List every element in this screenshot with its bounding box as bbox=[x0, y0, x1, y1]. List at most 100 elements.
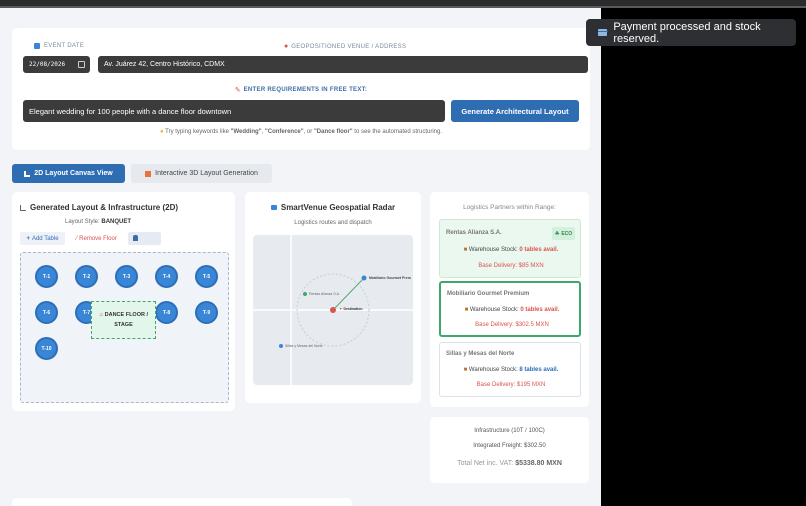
layout-title-text: Generated Layout & Infrastructure (2D) bbox=[30, 203, 179, 212]
table-label: T-6 bbox=[42, 309, 51, 316]
toast-message: Payment processed and stock reserved. bbox=[613, 20, 761, 45]
table-node[interactable]: T-6 bbox=[35, 301, 58, 324]
hint-sep-2: , or bbox=[303, 129, 314, 135]
disabled-action-button[interactable] bbox=[128, 232, 161, 245]
table-label: T-9 bbox=[202, 309, 211, 316]
table-node[interactable]: T-1 bbox=[35, 265, 58, 288]
net-total-label: Total Net inc. VAT: bbox=[457, 460, 516, 467]
layout-title: Generated Layout & Infrastructure (2D) bbox=[20, 203, 178, 212]
table-node[interactable]: T-2 bbox=[75, 265, 98, 288]
hint-keyword-3: "Dance floor" bbox=[313, 129, 353, 135]
venue-address-value: Av. Juárez 42, Centro Histórico, CDMX bbox=[104, 61, 225, 68]
dance-floor-text-1: DANCE FLOOR / bbox=[104, 311, 149, 318]
venue-label: ● GEOPOSITIONED VENUE / ADDRESS bbox=[284, 43, 406, 50]
partner-delivery: Base Delivery: $85 MXN bbox=[478, 263, 544, 269]
partner-3-marker bbox=[279, 344, 283, 348]
calendar-picker-icon[interactable] bbox=[78, 61, 85, 68]
add-table-button[interactable]: + Add Table bbox=[20, 232, 65, 245]
box-icon: ■ bbox=[464, 307, 469, 313]
radar-card: SmartVenue Geospatial Radar Logistics ro… bbox=[245, 192, 421, 403]
requirements-input[interactable]: Elegant wedding for 100 people with a da… bbox=[23, 100, 445, 122]
requirements-label: ✎ ENTER REQUIREMENTS IN FREE TEXT: bbox=[12, 86, 590, 94]
partner-card-1[interactable]: Rentas Alianza S.A. ☘ ECO ■ Warehouse Sto… bbox=[439, 219, 581, 278]
event-date-label-text: EVENT DATE bbox=[44, 43, 85, 49]
partner-delivery: Base Delivery: $302.5 MXN bbox=[475, 322, 549, 328]
partner-name: Sillas y Mesas del Norte bbox=[446, 351, 515, 357]
table-label: T-4 bbox=[162, 273, 171, 280]
stock-label: Warehouse Stock: bbox=[468, 367, 520, 373]
requirements-value: Elegant wedding for 100 people with a da… bbox=[29, 106, 232, 116]
layout-card: Generated Layout & Infrastructure (2D) L… bbox=[12, 192, 235, 411]
radar-subtitle: Logistics routes and dispatch bbox=[294, 220, 372, 226]
table-node[interactable]: T-9 bbox=[195, 301, 218, 324]
radar-map[interactable]: ▼ Destination Rentas Alianza S.A. Mobili… bbox=[253, 235, 413, 385]
event-date-field[interactable]: 22/08/2026 bbox=[23, 56, 90, 73]
partner-3-label: Sillas y Mesas del Norte bbox=[285, 344, 323, 348]
person-icon bbox=[133, 235, 138, 241]
venue-address-field[interactable]: Av. Juárez 42, Centro Histórico, CDMX bbox=[98, 56, 588, 73]
totals-card: Infrastructure (10T / 100C) Integrated F… bbox=[430, 417, 589, 483]
table-label: T-8 bbox=[162, 309, 171, 316]
eco-badge-text: ECO bbox=[561, 230, 573, 237]
table-label: T-1 bbox=[42, 273, 51, 280]
chart-icon bbox=[24, 170, 31, 177]
partners-header: Logistics Partners within Range: bbox=[463, 204, 556, 211]
box-icon: ■ bbox=[463, 367, 468, 373]
stock-value: 0 tables avail. bbox=[519, 247, 559, 253]
table-node[interactable]: T-10 bbox=[35, 337, 58, 360]
tab-3d-layout[interactable]: Interactive 3D Layout Generation bbox=[131, 164, 272, 183]
event-card: EVENT DATE ● GEOPOSITIONED VENUE / ADDRE… bbox=[12, 28, 590, 150]
partner-name: Mobiliario Gourmet Premium bbox=[447, 291, 530, 297]
eraser-icon: ⁄ bbox=[76, 235, 78, 242]
pencil-icon: ✎ bbox=[234, 87, 241, 94]
destination-pin-icon: ▼ bbox=[339, 307, 343, 311]
keyword-hint: ● Try typing keywords like "Wedding", "C… bbox=[12, 129, 590, 135]
partner-delivery: Base Delivery: $195 MXN bbox=[476, 382, 546, 388]
tab-3d-label: Interactive 3D Layout Generation bbox=[155, 170, 258, 177]
remove-floor-label: Remove Floor bbox=[79, 235, 117, 242]
stock-value: 8 tables avail. bbox=[519, 367, 559, 373]
partner-card-2[interactable]: Mobiliario Gourmet Premium ■ Warehouse S… bbox=[439, 281, 581, 337]
table-label: T-5 bbox=[202, 273, 211, 280]
tab-2d-layout[interactable]: 2D Layout Canvas View bbox=[12, 164, 125, 183]
remove-floor-button[interactable]: ⁄ Remove Floor bbox=[69, 232, 124, 245]
add-table-label: Add Table bbox=[31, 235, 59, 242]
radar-title-text: SmartVenue Geospatial Radar bbox=[280, 203, 396, 212]
right-dark-panel bbox=[601, 8, 806, 506]
partner-card-3[interactable]: Sillas y Mesas del Norte ■ Warehouse Sto… bbox=[439, 342, 581, 397]
net-total-value: $5338.80 MXN bbox=[515, 460, 562, 467]
hint-prefix: Try typing keywords like bbox=[165, 129, 231, 135]
leaf-icon: ☘ bbox=[554, 230, 560, 237]
box-icon: ■ bbox=[463, 247, 468, 253]
ruler-icon bbox=[20, 204, 26, 211]
destination-label: ▼ Destination bbox=[339, 307, 363, 311]
layout-canvas[interactable]: T-1 T-2 T-3 T-4 T-5 T-6 T-7 T-8 T-9 T-10… bbox=[20, 252, 229, 403]
dance-floor-stage[interactable]: ♫ DANCE FLOOR / STAGE bbox=[91, 301, 156, 339]
partner-2-label: Mobiliario Gourmet Prem bbox=[369, 276, 411, 280]
hint-keyword-2: "Conference" bbox=[264, 129, 304, 135]
destination-text: Destination bbox=[343, 307, 363, 311]
music-icon: ♫ bbox=[98, 311, 104, 318]
table-node[interactable]: T-5 bbox=[195, 265, 218, 288]
credit-card-icon bbox=[598, 29, 609, 36]
event-date-label: EVENT DATE bbox=[34, 43, 84, 49]
stock-value: 0 tables avail. bbox=[520, 307, 560, 313]
table-node[interactable]: T-8 bbox=[155, 301, 178, 324]
bottom-card bbox=[12, 498, 352, 506]
generate-layout-button[interactable]: Generate Architectural Layout bbox=[451, 100, 579, 122]
dance-floor-line-1: ♫ DANCE FLOOR / bbox=[99, 310, 148, 320]
partner-name: Rentas Alianza S.A. bbox=[446, 230, 502, 236]
layout-style: Layout Style: BANQUET bbox=[65, 219, 131, 225]
infrastructure-summary: Infrastructure (10T / 100C) bbox=[474, 428, 545, 434]
table-node[interactable]: T-4 bbox=[155, 265, 178, 288]
net-total: Total Net inc. VAT: $5338.80 MXN bbox=[430, 460, 589, 467]
event-date-value: 22/08/2026 bbox=[29, 61, 66, 68]
plus-icon: + bbox=[26, 235, 30, 242]
destination-marker bbox=[330, 307, 336, 313]
table-node[interactable]: T-3 bbox=[115, 265, 138, 288]
dance-floor-line-2: STAGE bbox=[114, 322, 133, 328]
pin-icon: ● bbox=[284, 43, 289, 50]
venue-label-text: GEOPOSITIONED VENUE / ADDRESS bbox=[291, 43, 407, 50]
table-label: T-7 bbox=[82, 309, 91, 316]
layout-style-value: BANQUET bbox=[101, 219, 132, 225]
